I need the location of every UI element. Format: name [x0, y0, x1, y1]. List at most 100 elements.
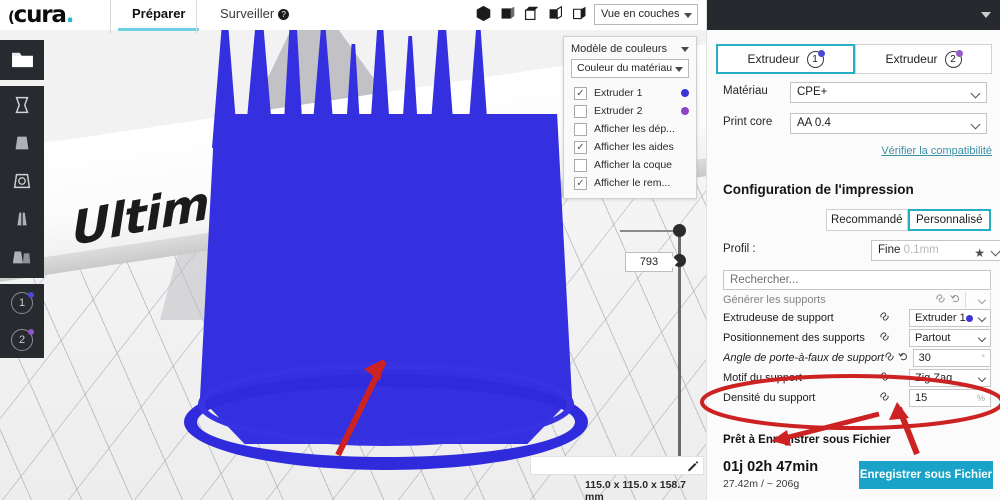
- extruder-1-color-dot: [28, 291, 34, 298]
- setting-value-field[interactable]: Zig Zag: [909, 369, 991, 387]
- extruder-button-1[interactable]: 1: [0, 284, 44, 321]
- link-icon[interactable]: [879, 371, 891, 385]
- color-scheme-options: ✓ Extruder 1 Extruder 2 Afficher les dép...…: [564, 84, 696, 192]
- 3d-viewport[interactable]: Ultima 793 115.0 x 115.0 x 158.7 mm (cur…: [0, 0, 706, 500]
- printcore-label: Print core: [723, 116, 773, 128]
- tab-surveiller[interactable]: Surveiller?: [206, 2, 303, 28]
- setting-value-field[interactable]: Partout: [909, 329, 991, 347]
- top-bar: (cura. Préparer Surveiller? Vue en couch…: [0, 0, 706, 34]
- color-scheme-option[interactable]: ✓ Extruder 1: [564, 84, 696, 102]
- chevron-down-icon: [675, 66, 683, 72]
- link-icon[interactable]: [879, 311, 891, 325]
- tab-custom[interactable]: Personnalisé: [907, 209, 991, 231]
- layer-number-field[interactable]: 793: [625, 252, 678, 272]
- setting-value-field[interactable]: 30 °: [912, 349, 991, 367]
- chevron-down-icon: [681, 46, 689, 52]
- save-to-file-button[interactable]: Enregistrer sous Fichier: [859, 461, 993, 489]
- revert-icon[interactable]: [898, 351, 909, 365]
- tab-preparer[interactable]: Préparer: [118, 2, 200, 31]
- rotate-tool-icon[interactable]: [0, 162, 44, 200]
- cube-left-icon[interactable]: [547, 5, 564, 22]
- revert-icon[interactable]: [950, 293, 962, 307]
- chevron-down-icon: [977, 373, 987, 383]
- settings-list[interactable]: Générer les supports Extrudeuse de suppor…: [723, 292, 991, 422]
- star-icon[interactable]: ★: [974, 244, 985, 263]
- settings-search-input[interactable]: Rechercher...: [723, 270, 991, 290]
- print-ready-status: Prêt à Enregistrer sous Fichier: [723, 434, 891, 446]
- per-model-settings-icon[interactable]: [0, 238, 44, 276]
- sliced-model[interactable]: [178, 0, 598, 470]
- setting-row[interactable]: Densité du support 15%: [723, 388, 991, 408]
- profile-layer-height: 0.1mm: [903, 244, 939, 256]
- setting-row[interactable]: Positionnement des supports Partout: [723, 328, 991, 348]
- link-icon[interactable]: [879, 391, 891, 405]
- color-scheme-option[interactable]: ✓ Afficher le rem...: [564, 174, 696, 192]
- move-tool-icon[interactable]: [0, 86, 44, 124]
- cube-right-icon[interactable]: [571, 5, 588, 22]
- material-dropdown[interactable]: CPE+: [790, 82, 987, 103]
- layer-slider-handle-top[interactable]: [673, 224, 686, 237]
- color-scheme-header[interactable]: Modèle de couleurs: [564, 42, 696, 59]
- setting-label: Angle de porte-à-faux de support: [723, 352, 884, 364]
- color-scheme-option[interactable]: Extruder 2: [564, 102, 696, 120]
- setting-value-field[interactable]: [965, 292, 991, 308]
- layer-slider-top-line: [620, 230, 678, 232]
- color-scheme-title: Modèle de couleurs: [571, 43, 668, 55]
- cube-front-icon[interactable]: [499, 5, 516, 22]
- view-mode-dropdown[interactable]: Vue en couches: [594, 4, 698, 25]
- print-time-estimate: 01j 02h 47min: [723, 459, 819, 475]
- extruder-button-2[interactable]: 2: [0, 321, 44, 358]
- sidebar-header-bar[interactable]: [707, 0, 1000, 30]
- print-setup-title: Configuration de l'impression: [723, 182, 914, 197]
- scale-tool-icon[interactable]: [0, 124, 44, 162]
- checkbox[interactable]: [574, 122, 587, 136]
- setting-row[interactable]: Extrudeuse de support Extruder 1: [723, 308, 991, 328]
- extruder-button-2-label: 2: [18, 333, 26, 346]
- material-usage-estimate: 27.42m / ~ 206g: [723, 478, 800, 490]
- tab-extruder-2[interactable]: Extrudeur 2: [855, 44, 992, 74]
- setting-row[interactable]: Générer les supports: [723, 292, 991, 308]
- setting-row[interactable]: Angle de porte-à-faux de support 30 °: [723, 348, 991, 368]
- link-icon[interactable]: [935, 293, 947, 307]
- chevron-down-icon: [970, 88, 981, 99]
- color-scheme-select[interactable]: Couleur du matériau: [571, 59, 689, 78]
- color-scheme-option-label: Extruder 1: [594, 87, 643, 99]
- tab-preparer-label: Préparer: [132, 6, 186, 21]
- checkbox[interactable]: ✓: [574, 140, 587, 154]
- setting-row[interactable]: Motif du support Zig Zag: [723, 368, 991, 388]
- color-scheme-option[interactable]: ✓ Afficher les aides: [564, 138, 696, 156]
- pencil-icon[interactable]: [687, 460, 699, 472]
- checkbox[interactable]: [574, 104, 587, 118]
- profile-label: Profil :: [723, 243, 756, 255]
- setting-label: Positionnement des supports: [723, 332, 865, 344]
- cura-logo: (cura.: [8, 2, 74, 28]
- link-icon[interactable]: [879, 331, 891, 345]
- extruder-color-dot: [681, 89, 689, 97]
- link-icon[interactable]: [884, 351, 895, 365]
- checkbox[interactable]: ✓: [574, 176, 587, 190]
- color-scheme-option-label: Afficher les dép...: [594, 123, 675, 135]
- setting-label: Densité du support: [723, 392, 816, 404]
- tab-extruder-1[interactable]: Extrudeur 1: [716, 44, 855, 74]
- check-compatibility-link[interactable]: Vérifier la compatibilité: [881, 145, 992, 157]
- model-brim-inner: [198, 362, 574, 446]
- checkbox[interactable]: [574, 158, 587, 172]
- setting-value-field[interactable]: Extruder 1: [909, 309, 991, 327]
- extruder-2-pip: [955, 49, 963, 57]
- color-scheme-option-label: Afficher la coque: [594, 159, 673, 171]
- color-scheme-option[interactable]: Afficher les dép...: [564, 120, 696, 138]
- chevron-down-icon[interactable]: [981, 12, 991, 18]
- help-icon[interactable]: ?: [278, 9, 290, 20]
- mirror-tool-icon[interactable]: [0, 200, 44, 238]
- tab-recommended[interactable]: Recommandé: [826, 209, 908, 231]
- cube-top-icon[interactable]: [523, 5, 540, 22]
- profile-dropdown[interactable]: Fine 0.1mm ★: [871, 240, 1000, 261]
- color-scheme-option[interactable]: Afficher la coque: [564, 156, 696, 174]
- color-scheme-panel[interactable]: Modèle de couleurs Couleur du matériau ✓…: [563, 36, 697, 199]
- cube-solid-icon[interactable]: [475, 5, 492, 22]
- checkbox[interactable]: ✓: [574, 86, 587, 100]
- model-name-field[interactable]: [530, 456, 704, 475]
- open-folder-icon[interactable]: [0, 40, 44, 78]
- setting-value-field[interactable]: 15%: [909, 389, 991, 407]
- printcore-dropdown[interactable]: AA 0.4: [790, 113, 987, 134]
